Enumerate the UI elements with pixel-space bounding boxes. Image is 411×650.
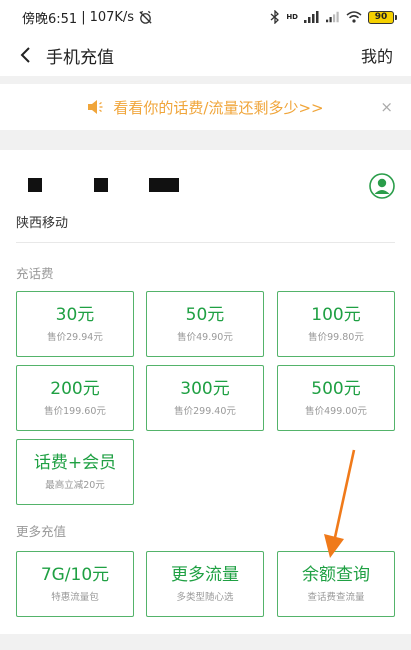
option-price: 售价499.00元	[305, 406, 367, 417]
status-separator: |	[81, 9, 86, 25]
recharge-option-50[interactable]: 50元 售价49.90元	[146, 291, 264, 357]
data-pack-option[interactable]: 7G/10元 特惠流量包	[16, 551, 134, 617]
status-bar: 傍晚6:51 | 107K/s HD 90	[0, 0, 411, 34]
masked-phone-digit-3	[149, 178, 179, 192]
option-value: 话费+会员	[33, 453, 117, 473]
signal-icon-2	[326, 11, 339, 23]
wifi-icon	[346, 11, 362, 23]
megaphone-icon	[88, 100, 103, 114]
option-value: 余额查询	[302, 565, 370, 585]
carrier-label: 陕西移动	[16, 216, 69, 231]
status-time: 傍晚6:51	[22, 11, 78, 27]
option-price: 售价199.60元	[44, 406, 106, 417]
option-price: 售价99.80元	[308, 332, 364, 343]
back-button[interactable]	[14, 44, 36, 66]
battery-tip	[395, 14, 397, 20]
option-value: 300元	[180, 379, 230, 399]
option-value: 100元	[311, 305, 361, 325]
divider	[16, 242, 395, 243]
back-arrow-icon	[20, 47, 30, 63]
network-type: HD	[286, 13, 298, 21]
option-desc: 查话费查流量	[307, 592, 365, 603]
battery-level: 90	[368, 10, 394, 24]
battery-icon: 90	[368, 10, 397, 24]
recharge-option-member[interactable]: 话费+会员 最高立减20元	[16, 439, 134, 505]
option-desc: 多类型随心选	[176, 592, 234, 603]
option-desc: 特惠流量包	[51, 592, 99, 603]
masked-phone-digit-1	[28, 178, 42, 192]
recharge-option-30[interactable]: 30元 售价29.94元	[16, 291, 134, 357]
option-price: 售价29.94元	[47, 332, 103, 343]
page-title: 手机充值	[46, 47, 114, 68]
option-price: 售价49.90元	[177, 332, 233, 343]
option-price: 售价299.40元	[174, 406, 236, 417]
balance-notice-banner[interactable]: 看看你的话费/流量还剩多少>> ×	[0, 84, 411, 130]
status-speed: 107K/s	[89, 9, 135, 25]
recharge-section-label: 充话费	[16, 266, 54, 281]
recharge-option-300[interactable]: 300元 售价299.40元	[146, 365, 264, 431]
signal-icon	[304, 11, 319, 23]
status-right: HD 90	[270, 10, 397, 24]
masked-phone-digit-2	[94, 178, 108, 192]
mine-link[interactable]: 我的	[361, 43, 393, 67]
bottom-strip	[0, 634, 411, 650]
more-section-label: 更多充值	[16, 524, 67, 539]
option-value: 500元	[311, 379, 361, 399]
recharge-option-100[interactable]: 100元 售价99.80元	[277, 291, 395, 357]
option-price: 最高立减20元	[45, 480, 105, 491]
status-left: 傍晚6:51 | 107K/s	[22, 8, 153, 27]
close-icon[interactable]: ×	[380, 98, 393, 116]
option-value: 30元	[55, 305, 95, 325]
bluetooth-icon	[270, 10, 280, 24]
more-data-option[interactable]: 更多流量 多类型随心选	[146, 551, 264, 617]
option-value: 更多流量	[171, 565, 239, 585]
option-value: 7G/10元	[40, 565, 110, 585]
notice-text: 看看你的话费/流量还剩多少>>	[113, 98, 324, 117]
recharge-option-200[interactable]: 200元 售价199.60元	[16, 365, 134, 431]
alarm-off-icon	[139, 10, 152, 24]
avatar-icon[interactable]	[369, 173, 395, 199]
annotation-arrow-icon	[324, 449, 356, 558]
recharge-panel: 陕西移动 充话费 30元 售价29.94元 50元 售价49.90元 100元 …	[0, 150, 411, 634]
app-header: 手机充值 我的	[0, 34, 411, 76]
spacer	[0, 76, 411, 84]
option-value: 200元	[50, 379, 100, 399]
option-value: 50元	[185, 305, 225, 325]
recharge-option-500[interactable]: 500元 售价499.00元	[277, 365, 395, 431]
